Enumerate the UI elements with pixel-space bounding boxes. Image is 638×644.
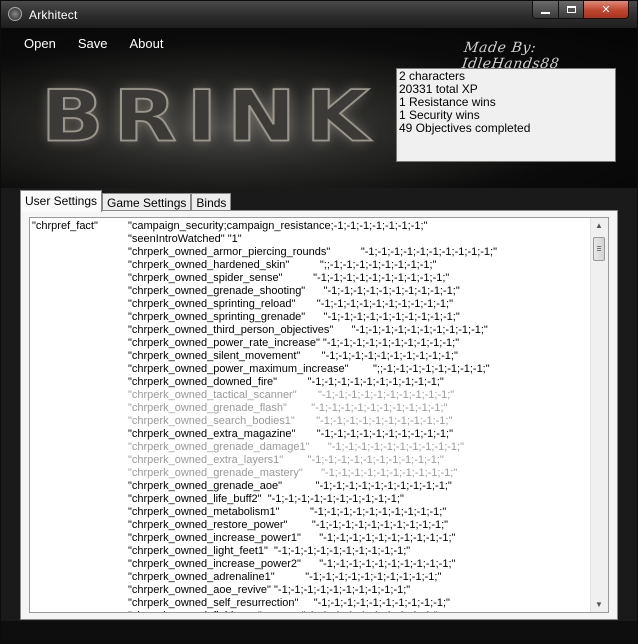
settings-line-text: "chrperk_owned_self_resurrection" "-1;-1… xyxy=(128,597,450,609)
settings-line: "chrperk_owned_silent_movement" "-1;-1;-… xyxy=(32,350,592,363)
settings-line: "chrperk_owned_grenade_aoe" "-1;-1;-1;-1… xyxy=(32,480,592,493)
settings-line-text: "chrperk_owned_hardened_skin" ";;-1;-1;-… xyxy=(128,259,437,271)
settings-line-text: "chrperk_owned_grenade_damage1" "-1;-1;-… xyxy=(128,441,465,453)
app-icon xyxy=(8,7,22,21)
settings-line: "chrperk_owned_self_resurrection" "-1;-1… xyxy=(32,597,592,610)
settings-line: "chrperk_owned_adrenaline1" "-1;-1;-1;-1… xyxy=(32,571,592,584)
settings-line: "chrperk_owned_grenade_flash" "-1;-1;-1;… xyxy=(32,402,592,415)
window-bottom-strip xyxy=(1,621,637,643)
settings-line: "chrperk_owned_downed_fire" "-1;-1;-1;-1… xyxy=(32,376,592,389)
menu-open[interactable]: Open xyxy=(13,36,67,51)
settings-line-text: "chrperk_owned_aoe_revive" "-1;-1;-1;-1;… xyxy=(128,584,411,596)
settings-line: "chrperk_owned_sprinting_grenade" "-1;-1… xyxy=(32,311,592,324)
scroll-thumb[interactable] xyxy=(593,237,605,261)
settings-line-text: "chrperk_owned_grenade_aoe" "-1;-1;-1;-1… xyxy=(128,480,452,492)
settings-line: "chrperk_owned_light_feet1" "-1;-1;-1;-1… xyxy=(32,545,592,558)
settings-line-text: "seenIntroWatched" "1" xyxy=(128,233,242,245)
settings-line: "chrperk_owned_grenade_mastery" "-1;-1;-… xyxy=(32,467,592,480)
settings-lines: "chrpref_fact" "campaign_security;campaig… xyxy=(32,220,592,612)
settings-line-text: "chrperk_owned_power_maximum_increase" "… xyxy=(128,363,490,375)
settings-line-text: "chrperk_owned_spider_sense" "-1;-1;-1;-… xyxy=(128,272,450,284)
settings-line-text: "chrperk_owned_sprinting_reload" "-1;-1;… xyxy=(128,298,453,310)
settings-line-text: "chrperk_owned_grenade_flash" "-1;-1;-1;… xyxy=(128,402,448,414)
settings-line-text: "chrperk_owned_restore_power" "-1;-1;-1;… xyxy=(128,519,449,531)
settings-line: "chrperk_owned_sprinting_reload" "-1;-1;… xyxy=(32,298,592,311)
settings-line-text: "chrperk_owned_sprinting_grenade" "-1;-1… xyxy=(128,311,460,323)
settings-key: "chrpref_fact" xyxy=(32,220,98,232)
settings-line-text: "chrperk_owned_life_buff2" "-1;-1;-1;-1;… xyxy=(128,493,404,505)
minimize-icon xyxy=(541,11,550,14)
maximize-button[interactable] xyxy=(558,1,584,19)
tab-panel: "chrpref_fact" "campaign_security;campaig… xyxy=(20,210,618,620)
settings-line: "chrperk_owned_power_maximum_increase" "… xyxy=(32,363,592,376)
settings-line-text: "chrperk_owned_grenade_mastery" "-1;-1;-… xyxy=(128,467,458,479)
settings-textarea[interactable]: "chrpref_fact" "campaign_security;campaig… xyxy=(29,217,609,613)
settings-line: "chrperk_owned_grenade_shooting" "-1;-1;… xyxy=(32,285,592,298)
settings-line-text: "chrperk_owned_field_gen" "-1;-1;-1;-1;-… xyxy=(128,610,438,612)
maximize-icon xyxy=(566,6,576,13)
tab-strip: User Settings Game Settings Binds xyxy=(20,190,232,212)
menu-save[interactable]: Save xyxy=(67,36,119,51)
settings-line: "chrperk_owned_grenade_damage1" "-1;-1;-… xyxy=(32,441,592,454)
settings-line-text: "chrperk_owned_search_bodies1" "-1;-1;-1… xyxy=(128,415,453,427)
settings-line: "chrperk_owned_metabolism1" "-1;-1;-1;-1… xyxy=(32,506,592,519)
settings-line: "chrperk_owned_tactical_scanner" "-1;-1;… xyxy=(32,389,592,402)
settings-line-text: "chrperk_owned_increase_power1" "-1;-1;-… xyxy=(128,532,456,544)
settings-line: "chrperk_owned_field_gen" "-1;-1;-1;-1;-… xyxy=(32,610,592,612)
brink-logo: BRINK xyxy=(40,75,380,158)
settings-line: "seenIntroWatched" "1" xyxy=(32,233,592,246)
vertical-scrollbar[interactable]: ▲ ▼ xyxy=(590,218,608,612)
settings-line-text: "chrperk_owned_third_person_objectives" … xyxy=(128,324,488,336)
settings-line-text: "chrperk_owned_power_rate_increase" "-1;… xyxy=(128,337,460,349)
settings-line-text: "chrperk_owned_extra_magazine" "-1;-1;-1… xyxy=(128,428,453,440)
settings-line-text: "chrperk_owned_armor_piercing_rounds" "-… xyxy=(128,246,497,258)
settings-line-text: "chrperk_owned_adrenaline1" "-1;-1;-1;-1… xyxy=(128,571,442,583)
stats-box: 2 characters 20331 total XP 1 Resistance… xyxy=(396,68,616,162)
settings-line-text: "chrperk_owned_light_feet1" "-1;-1;-1;-1… xyxy=(128,545,411,557)
close-button[interactable]: ✕ xyxy=(583,1,629,19)
settings-line: "chrperk_owned_third_person_objectives" … xyxy=(32,324,592,337)
settings-line: "chrperk_owned_restore_power" "-1;-1;-1;… xyxy=(32,519,592,532)
settings-line-text: "chrperk_owned_extra_layers1" "-1;-1;-1;… xyxy=(128,454,444,466)
settings-line: "chrperk_owned_aoe_revive" "-1;-1;-1;-1;… xyxy=(32,584,592,597)
settings-line-text: "chrperk_owned_silent_movement" "-1;-1;-… xyxy=(128,350,458,362)
menu-about[interactable]: About xyxy=(118,36,174,51)
settings-line-text: "chrperk_owned_grenade_shooting" "-1;-1;… xyxy=(128,285,460,297)
settings-line-text: "chrperk_owned_metabolism1" "-1;-1;-1;-1… xyxy=(128,506,447,518)
settings-line: "chrperk_owned_hardened_skin" ";;-1;-1;-… xyxy=(32,259,592,272)
window-title: Arkhitect xyxy=(29,8,78,22)
settings-line: "chrperk_owned_increase_power1" "-1;-1;-… xyxy=(32,532,592,545)
settings-line-text: "chrperk_owned_downed_fire" "-1;-1;-1;-1… xyxy=(128,376,444,388)
stat-objectives: 49 Objectives completed xyxy=(399,121,531,135)
scroll-up-icon[interactable]: ▲ xyxy=(595,221,603,230)
menu-bar: Open Save About xyxy=(13,36,174,51)
settings-line-text: "chrperk_owned_increase_power2" "-1;-1;-… xyxy=(128,558,456,570)
settings-line-text: "campaign_security;campaign_resistance;-… xyxy=(128,220,428,232)
settings-line: "chrperk_owned_search_bodies1" "-1;-1;-1… xyxy=(32,415,592,428)
header-banner: Open Save About Made By: IdleHands88 BRI… xyxy=(1,28,637,188)
minimize-button[interactable] xyxy=(532,1,559,19)
settings-line: "chrperk_owned_spider_sense" "-1;-1;-1;-… xyxy=(32,272,592,285)
settings-line: "chrperk_owned_life_buff2" "-1;-1;-1;-1;… xyxy=(32,493,592,506)
settings-line: "chrperk_owned_extra_magazine" "-1;-1;-1… xyxy=(32,428,592,441)
settings-line: "chrperk_owned_armor_piercing_rounds" "-… xyxy=(32,246,592,259)
app-window: Arkhitect ✕ Open Save About Made By: Idl… xyxy=(0,0,638,644)
settings-line: "chrperk_owned_increase_power2" "-1;-1;-… xyxy=(32,558,592,571)
settings-line: "chrperk_owned_power_rate_increase" "-1;… xyxy=(32,337,592,350)
settings-line: "chrpref_fact" "campaign_security;campaig… xyxy=(32,220,592,233)
title-bar[interactable]: Arkhitect ✕ xyxy=(1,1,637,28)
settings-line: "chrperk_owned_extra_layers1" "-1;-1;-1;… xyxy=(32,454,592,467)
scroll-down-icon[interactable]: ▼ xyxy=(595,600,603,609)
tab-user-settings[interactable]: User Settings xyxy=(20,190,103,212)
close-icon: ✕ xyxy=(601,4,611,16)
settings-line-text: "chrperk_owned_tactical_scanner" "-1;-1;… xyxy=(128,389,455,401)
